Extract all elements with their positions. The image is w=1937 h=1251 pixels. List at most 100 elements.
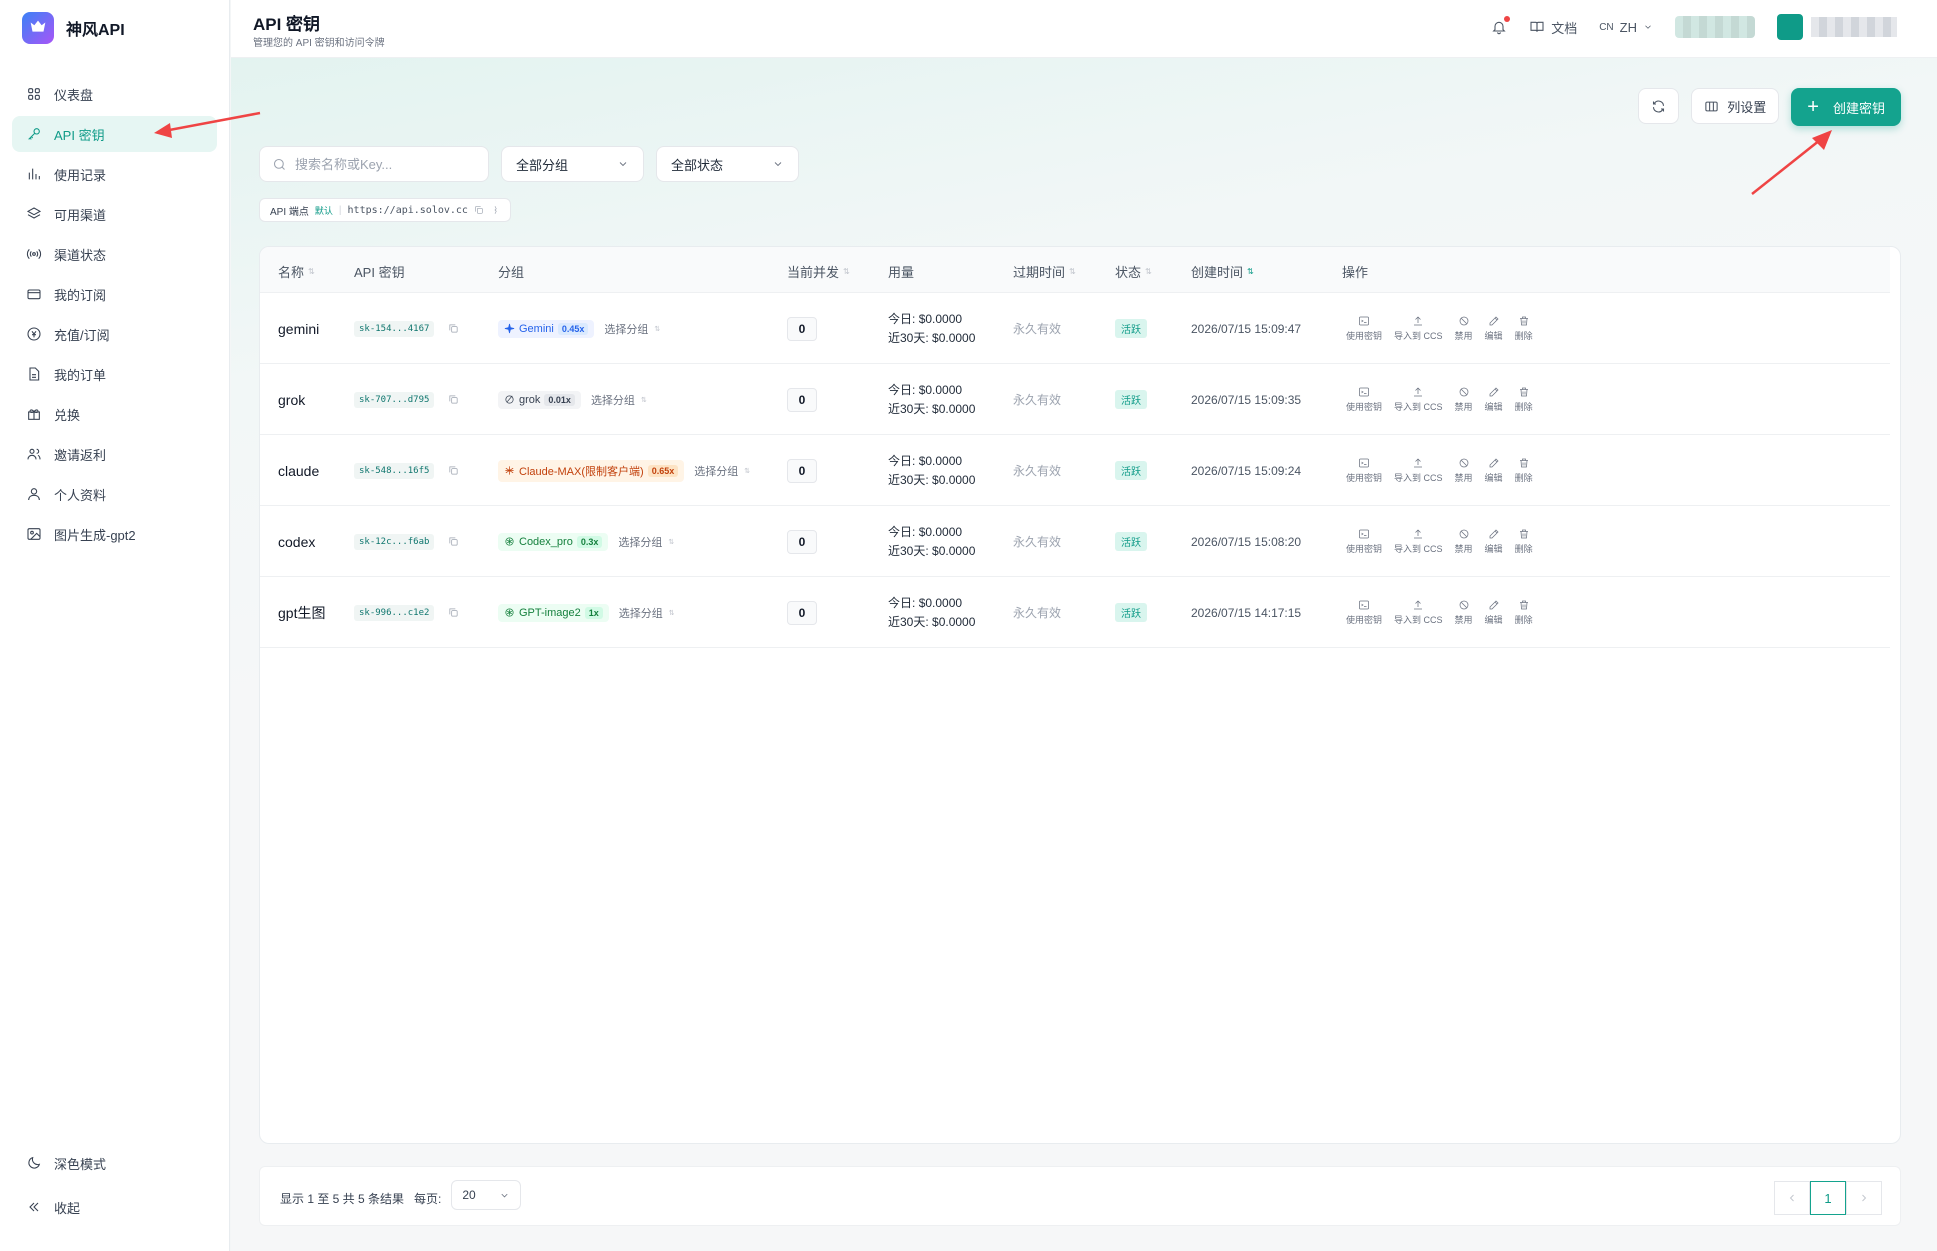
language-switch[interactable]: CN ZH: [1599, 20, 1653, 35]
delete-button[interactable]: 删除: [1515, 315, 1533, 342]
select-group-dropdown[interactable]: 选择分组 ⇅: [694, 463, 750, 479]
edit-button[interactable]: 编辑: [1485, 528, 1503, 555]
delete-button[interactable]: 删除: [1515, 528, 1533, 555]
disable-button[interactable]: 禁用: [1455, 599, 1473, 626]
balance-badge[interactable]: [1675, 16, 1755, 38]
copy-key-button[interactable]: [448, 321, 459, 337]
select-group-dropdown[interactable]: 选择分组 ⇅: [591, 392, 647, 408]
import-ccs-button[interactable]: 导入到 CCS: [1394, 386, 1443, 413]
key-name: grok: [278, 391, 306, 408]
sort-icon: ⇅: [1145, 266, 1152, 276]
collapse-icon: [26, 1199, 42, 1215]
table-row: gpt生图 sk-996...c1e2 GPT-image2 1x 选择分组 ⇅ 0 今日: …: [260, 577, 1890, 648]
usage-30days: 近30天: $0.0000: [888, 471, 975, 490]
openai-icon: [505, 608, 514, 617]
concurrency-value: 0: [787, 387, 817, 412]
sidebar-item-4[interactable]: 渠道状态: [12, 236, 217, 272]
edit-button[interactable]: 编辑: [1485, 599, 1503, 626]
search-box[interactable]: [259, 146, 489, 182]
use-key-button[interactable]: 使用密钥: [1346, 599, 1382, 626]
select-group-label: 选择分组: [618, 536, 663, 549]
column-header-5[interactable]: 过期时间 ⇅: [1013, 262, 1076, 281]
refresh-button[interactable]: [1638, 88, 1680, 124]
disable-button[interactable]: 禁用: [1455, 315, 1473, 342]
action-label: 使用密钥: [1346, 544, 1383, 554]
use-key-button[interactable]: 使用密钥: [1346, 315, 1382, 342]
sidebar-item-1[interactable]: API 密钥: [12, 116, 217, 152]
user-icon: [26, 486, 42, 502]
column-header-label: 过期时间: [1013, 265, 1066, 280]
today-label: 今日:: [888, 453, 916, 468]
sidebar-item-2[interactable]: 使用记录: [12, 156, 217, 192]
per-page-select[interactable]: 20: [451, 1180, 522, 1210]
prev-page-button[interactable]: [1774, 1181, 1810, 1215]
group-multiplier: 0.01x: [544, 393, 575, 406]
copy-key-button[interactable]: [448, 534, 459, 550]
disable-button[interactable]: 禁用: [1455, 386, 1473, 413]
select-group-dropdown[interactable]: 选择分组 ⇅: [619, 605, 675, 621]
delete-button[interactable]: 删除: [1515, 457, 1533, 484]
user-menu[interactable]: [1777, 14, 1897, 40]
column-settings-button[interactable]: 列设置: [1691, 88, 1780, 124]
disable-button[interactable]: 禁用: [1455, 457, 1473, 484]
delete-button[interactable]: 删除: [1515, 599, 1533, 626]
copy-key-button[interactable]: [448, 392, 459, 408]
sidebar-item-6[interactable]: 充值/订阅: [12, 316, 217, 352]
concurrency-value: 0: [787, 458, 817, 483]
switch-icon[interactable]: [490, 205, 500, 215]
search-input[interactable]: [295, 156, 475, 172]
import-ccs-button[interactable]: 导入到 CCS: [1394, 599, 1443, 626]
sidebar-item-3[interactable]: 可用渠道: [12, 196, 217, 232]
edit-icon: [1489, 458, 1499, 468]
group-badge: Codex_pro 0.3x: [498, 532, 609, 551]
sidebar-item-10[interactable]: 个人资料: [12, 476, 217, 512]
use-key-button[interactable]: 使用密钥: [1346, 386, 1382, 413]
edit-button[interactable]: 编辑: [1485, 457, 1503, 484]
group-filter-select[interactable]: 全部分组: [501, 146, 644, 182]
create-key-button[interactable]: + 创建密钥: [1791, 88, 1901, 126]
column-header-6[interactable]: 状态 ⇅: [1115, 262, 1152, 281]
edit-button[interactable]: 编辑: [1485, 315, 1503, 342]
status-filter-select[interactable]: 全部状态: [656, 146, 799, 182]
select-group-dropdown[interactable]: 选择分组 ⇅: [618, 534, 674, 550]
usage-30days: 近30天: $0.0000: [888, 613, 975, 632]
sidebar: 神风API 仪表盘 API 密钥 使用记录可用渠道渠道状态我的订阅充值/订阅我的订单…: [0, 0, 230, 1251]
copy-key-button[interactable]: [448, 605, 459, 621]
column-header-3[interactable]: 当前并发 ⇅: [787, 262, 850, 281]
edit-icon: [1489, 387, 1499, 397]
delete-button[interactable]: 删除: [1515, 386, 1533, 413]
brand[interactable]: 神风API: [0, 0, 229, 56]
sidebar-item-0[interactable]: 仪表盘: [12, 76, 217, 112]
disable-button[interactable]: 禁用: [1455, 528, 1473, 555]
column-header-0[interactable]: 名称 ⇅: [278, 262, 315, 281]
select-group-dropdown[interactable]: 选择分组 ⇅: [604, 321, 660, 337]
sidebar-item-8[interactable]: 兑换: [12, 396, 217, 432]
status-filter-value: 全部状态: [671, 157, 724, 173]
sidebar-item-11[interactable]: 图片生成-gpt2: [12, 516, 217, 552]
page-title: API 密钥: [253, 15, 321, 34]
column-header-7[interactable]: 创建时间 ⇅: [1191, 262, 1254, 281]
dark-mode-toggle[interactable]: 深色模式: [12, 1145, 217, 1181]
import-ccs-button[interactable]: 导入到 CCS: [1394, 315, 1443, 342]
column-header-label: API 密钥: [354, 265, 405, 280]
page-button-current[interactable]: 1: [1810, 1181, 1846, 1215]
use-key-button[interactable]: 使用密钥: [1346, 528, 1382, 555]
action-label: 导入到 CCS: [1394, 615, 1443, 625]
next-page-button[interactable]: [1846, 1181, 1882, 1215]
copy-key-button[interactable]: [448, 463, 459, 479]
use-key-button[interactable]: 使用密钥: [1346, 457, 1382, 484]
sidebar-item-9[interactable]: 邀请返利: [12, 436, 217, 472]
notification-dot: [1504, 16, 1511, 22]
notification-button[interactable]: [1491, 16, 1511, 35]
upload-icon: [1414, 387, 1423, 397]
sidebar-item-7[interactable]: 我的订单: [12, 356, 217, 392]
usage-today: 今日: $0.0000: [888, 381, 962, 400]
import-ccs-button[interactable]: 导入到 CCS: [1394, 528, 1443, 555]
import-ccs-button[interactable]: 导入到 CCS: [1394, 457, 1443, 484]
sidebar-item-5[interactable]: 我的订阅: [12, 276, 217, 312]
group-multiplier: 0.45x: [557, 322, 589, 335]
collapse-sidebar-button[interactable]: 收起: [12, 1189, 217, 1225]
edit-button[interactable]: 编辑: [1485, 386, 1503, 413]
copy-icon[interactable]: [474, 205, 484, 215]
docs-link[interactable]: 文档: [1529, 18, 1577, 37]
